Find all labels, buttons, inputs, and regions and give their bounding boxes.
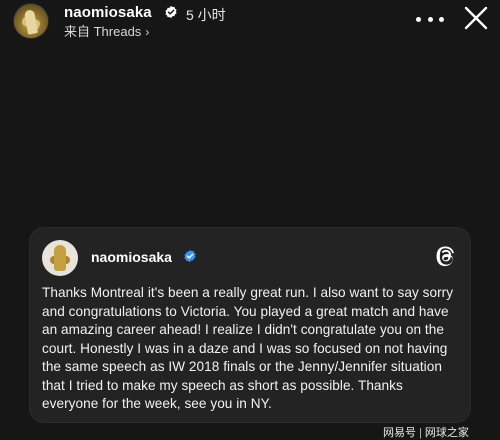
- source-label: 来自 Threads: [64, 24, 142, 39]
- verified-badge-icon: [165, 5, 177, 19]
- threads-post-card[interactable]: naomiosaka Thanks Montreal it's been a r…: [30, 228, 470, 422]
- verified-badge-icon: [184, 249, 196, 263]
- profile-avatar[interactable]: [14, 4, 48, 38]
- post-time-ago: 5 小时: [186, 7, 226, 23]
- threads-logo-icon[interactable]: [435, 245, 457, 267]
- avatar-figure: [54, 245, 66, 271]
- source-link[interactable]: 来自 Threads ›: [64, 21, 149, 40]
- story-screen: naomiosaka 5 小时 来自 Threads› naomiosaka: [0, 0, 500, 440]
- post-author-username[interactable]: naomiosaka: [91, 249, 172, 265]
- post-author-avatar[interactable]: [42, 240, 78, 276]
- source-watermark: 网易号 | 网球之家: [383, 424, 469, 440]
- story-header: naomiosaka 5 小时 来自 Threads ›: [0, 0, 500, 40]
- profile-username[interactable]: naomiosaka: [64, 4, 152, 21]
- more-dot: [416, 16, 421, 22]
- more-dot: [439, 16, 444, 22]
- watermark-separator: |: [419, 427, 422, 439]
- watermark-right: 网球之家: [424, 427, 469, 439]
- post-body-text: Thanks Montreal it's been a really great…: [42, 285, 454, 411]
- more-dot: [427, 16, 433, 22]
- more-dots-icon[interactable]: [416, 8, 444, 30]
- chevron-right-icon: ›: [145, 25, 150, 39]
- close-icon[interactable]: [464, 6, 488, 30]
- watermark-left: 网易号: [383, 427, 416, 439]
